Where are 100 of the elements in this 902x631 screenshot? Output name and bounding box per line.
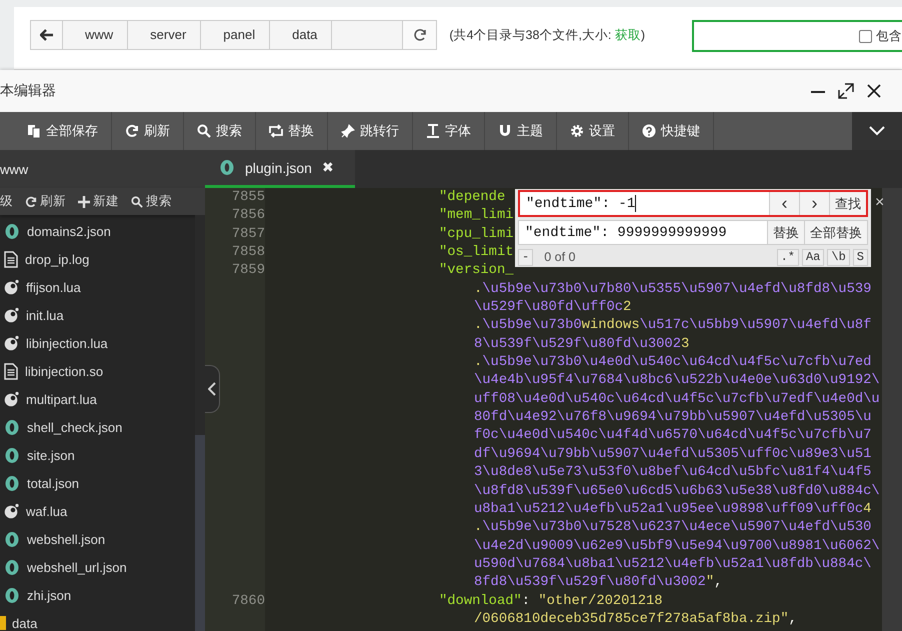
bomb-icon — [4, 307, 19, 323]
file-item[interactable]: domains2.json — [0, 217, 195, 245]
ring-icon — [4, 418, 20, 436]
file-name: site.json — [27, 448, 75, 462]
search-option-button[interactable]: S — [852, 248, 868, 266]
breadcrumb-item[interactable]: data — [270, 21, 332, 49]
tab-close-button[interactable]: ✖ — [322, 159, 334, 176]
file-name: libinjection.lua — [26, 336, 108, 350]
file-item[interactable]: zhi.json — [0, 581, 195, 609]
file-name: multipart.lua — [26, 392, 97, 406]
include-checkbox[interactable] — [859, 30, 872, 42]
sidebar-action[interactable]: 级 — [0, 193, 15, 210]
code-line: 8\u539f\u529f\u80fd\u30023 — [474, 336, 690, 354]
search-option-button[interactable]: .* — [776, 248, 799, 266]
sidebar-action[interactable]: 搜索 — [131, 193, 174, 210]
file-item[interactable]: init.lua — [0, 301, 195, 329]
chevron-left-icon — [208, 382, 216, 396]
scrollbar-thumb[interactable] — [195, 435, 205, 631]
ring-icon — [4, 530, 20, 548]
code-line: .\u5b9e\u73b0\u7528\u6237\u4ece\u5907\u4efd\u530 — [474, 519, 872, 538]
file-name: waf.lua — [26, 504, 68, 518]
code-line: .\u5b9e\u73b0\u7b80\u5355\u5907\u4efd\u8fd8\u539 — [474, 280, 872, 299]
refresh-icon — [25, 196, 37, 208]
breadcrumb-item[interactable]: www — [63, 21, 128, 49]
line-number: 7856 — [232, 208, 265, 224]
code-line: \u8fd8\u539f\u65e0\u6cd5\u6b63\u5e38\u8fd0\u884c\ — [474, 482, 880, 500]
file-item[interactable]: webshell_url.json — [0, 553, 195, 581]
ring-icon — [4, 222, 20, 240]
document-icon — [4, 362, 18, 380]
search-option-button[interactable]: Aa — [802, 248, 824, 266]
bomb-icon — [4, 391, 19, 407]
swap-icon — [269, 124, 283, 138]
collapse-handle[interactable] — [205, 365, 220, 413]
close-icon[interactable] — [866, 83, 882, 99]
toggle-replace-button[interactable]: - — [518, 248, 534, 266]
ring-icon — [219, 159, 235, 176]
sidebar-action[interactable]: 刷新 — [25, 193, 68, 210]
refresh-icon — [125, 124, 139, 138]
breadcrumb-item[interactable]: server — [128, 21, 202, 49]
line-number: 7857 — [232, 226, 265, 242]
search-option-button[interactable]: \b — [827, 248, 850, 266]
back-arrow-icon — [40, 29, 54, 41]
folder-title: www — [0, 162, 28, 176]
more-button[interactable] — [852, 112, 902, 150]
bomb-icon — [4, 503, 19, 519]
file-item[interactable]: drop_ip.log — [0, 245, 195, 273]
line-number: 7858 — [232, 245, 265, 260]
file-name: shell_check.json — [27, 420, 122, 434]
code-line: f0c\u4e0d\u540c\u4f4d\u6570\u64cd\u4f5c\u7cfb\u7 — [474, 427, 872, 446]
ring-icon — [4, 586, 20, 604]
file-item[interactable]: shell_check.json — [0, 413, 195, 441]
file-item[interactable]: site.json — [0, 441, 195, 469]
line-number: 7860 — [232, 594, 265, 609]
file-item[interactable]: libinjection.lua — [0, 329, 195, 357]
line-number: 7859 — [232, 263, 265, 278]
line-number: 7855 — [232, 190, 265, 205]
breadcrumb-item[interactable]: panel — [201, 21, 270, 49]
code-line: "depende — [439, 189, 506, 207]
match-count: 0 of 0 — [544, 250, 576, 264]
ring-icon — [4, 558, 20, 576]
close-find-button[interactable]: × — [875, 194, 884, 212]
code-line: df\u9694\u79bb\u5907\u4efd\u5305\uff0c\u89e3\u51 — [474, 446, 872, 464]
file-name: zhi.json — [27, 588, 72, 602]
search-field[interactable]: 包含 — [692, 20, 902, 52]
plus-icon — [78, 196, 90, 208]
folder-icon — [0, 616, 6, 630]
gear-icon — [570, 124, 584, 138]
search-icon — [131, 196, 143, 208]
file-item[interactable]: waf.lua — [0, 497, 195, 525]
file-item[interactable]: libinjection.so — [0, 357, 195, 385]
file-name: webshell.json — [27, 532, 106, 546]
code-line: "cpu_limi — [439, 226, 514, 244]
code-line: 8fd8\u539f\u529f\u80fd\u3002", — [474, 574, 722, 592]
tab-label: plugin.json — [245, 160, 312, 176]
bomb-icon — [4, 335, 19, 351]
file-item[interactable]: webshell.json — [0, 525, 195, 553]
file-item[interactable]: total.json — [0, 469, 195, 497]
code-line: uff08\u4e0d\u540c\u64cd\u4f5c\u7cfb\u7edf\u4e0d\u — [474, 390, 880, 409]
file-name: ffijson.lua — [26, 280, 81, 294]
copy-icon — [27, 124, 41, 138]
code-line: \u4e2d\u9009\u62e9\u5bf9\u5e94\u9700\u8981\u6062\ — [474, 538, 880, 556]
code-line: /0606810deceb35d785ce7f278a5af8ba.zip", — [474, 610, 797, 629]
code-editor[interactable] — [205, 188, 902, 631]
chevron-down-icon — [869, 126, 885, 136]
file-name: domains2.json — [27, 224, 111, 238]
refresh-button[interactable] — [402, 21, 436, 49]
folder-summary: (共4个目录与38个文件,大小: 获取) — [449, 27, 646, 44]
file-item[interactable]: data — [0, 609, 195, 631]
file-tab[interactable]: plugin.json ✖ — [205, 150, 355, 188]
checkbox-label: 包含 — [876, 28, 902, 44]
file-name: webshell_url.json — [27, 560, 127, 574]
maximize-icon[interactable] — [838, 83, 854, 99]
sidebar-action[interactable]: 新建 — [78, 193, 121, 210]
code-line: "mem_limi — [439, 207, 514, 226]
code-line: 80fd\u4e92\u76f8\u9694\u79bb\u5907\u4efd\u5305\u — [474, 409, 872, 428]
code-line: .\u5b9e\u73b0\u4e0d\u540c\u64cd\u4f5c\u7cfb\u7ed — [474, 354, 872, 372]
code-line: \u529f\u80fd\uff0c2 — [474, 299, 632, 318]
scrollbar-track[interactable] — [882, 188, 902, 631]
file-item[interactable]: ffijson.lua — [0, 273, 195, 301]
file-item[interactable]: multipart.lua — [0, 385, 195, 413]
